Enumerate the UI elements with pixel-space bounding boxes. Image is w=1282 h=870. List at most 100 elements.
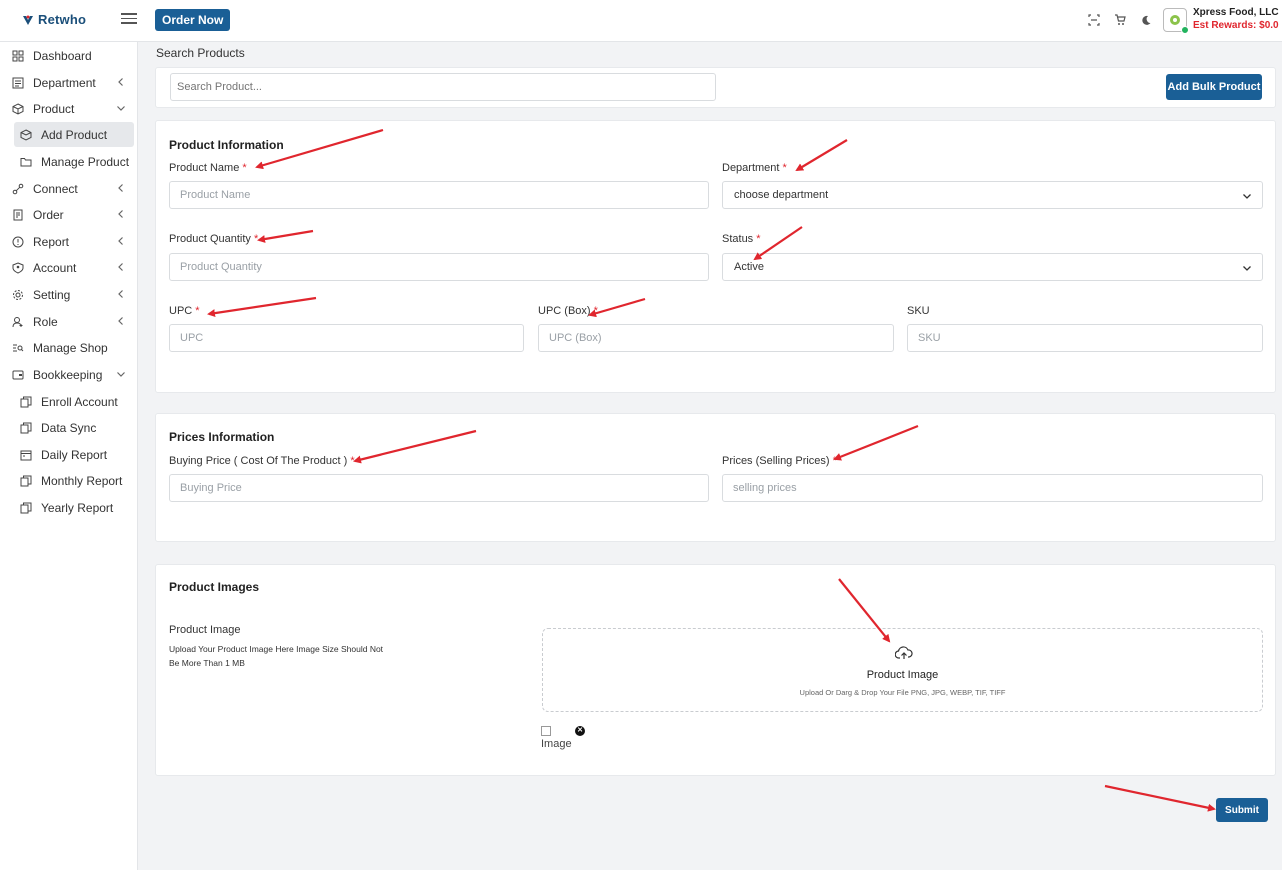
product-info-title: Product Information (169, 138, 284, 152)
chevron-left-icon (118, 317, 123, 325)
sidebar-item-label: Account (33, 260, 77, 275)
sidebar-item-label: Yearly Report (41, 500, 114, 515)
department-icon (11, 76, 25, 90)
sidebar-item-order[interactable]: Order (6, 202, 134, 227)
sidebar-item-daily-report[interactable]: Daily Report (14, 442, 134, 467)
sidebar-item-monthly-report[interactable]: Monthly Report (14, 468, 134, 493)
selling-price-input[interactable] (722, 474, 1263, 502)
image-preview-alt: Image (541, 738, 572, 750)
sidebar-item-label: Enroll Account (41, 394, 118, 409)
sidebar-item-data-sync[interactable]: Data Sync (14, 415, 134, 440)
sidebar-item-enroll-account[interactable]: Enroll Account (14, 389, 134, 414)
sku-input[interactable] (907, 324, 1263, 352)
sidebar-item-label: Order (33, 207, 64, 222)
department-select-value: choose department (734, 189, 829, 201)
sidebar-item-yearly-report[interactable]: Yearly Report (14, 495, 134, 520)
image-upload-dropzone[interactable]: Product Image Upload Or Darg & Drop Your… (542, 628, 1263, 712)
upc-box-input[interactable] (538, 324, 894, 352)
order-icon (11, 208, 25, 222)
cart-icon[interactable] (1113, 13, 1127, 27)
annotation-arrow (1104, 784, 1216, 812)
copy-icon (19, 474, 33, 488)
brand-name: Retwho (38, 12, 87, 27)
chevron-left-icon (118, 184, 123, 192)
prices-title: Prices Information (169, 430, 275, 444)
department-label: Department * (722, 162, 787, 174)
sidebar-item-label: Daily Report (41, 447, 108, 462)
sidebar-item-bookkeeping[interactable]: Bookkeeping (6, 362, 134, 387)
chevron-left-icon (118, 237, 123, 245)
report-icon (11, 235, 25, 249)
sidebar-item-add-product[interactable]: Add Product (14, 122, 134, 147)
upload-subtitle: Upload Or Darg & Drop Your File PNG, JPG… (799, 688, 1006, 697)
scan-icon[interactable] (1087, 13, 1101, 27)
search-input[interactable] (170, 73, 716, 101)
sidebar-item-product[interactable]: Product (6, 96, 134, 121)
sidebar-item-label: Manage Shop (33, 340, 108, 355)
sidebar-item-label: Setting (33, 287, 71, 302)
top-bar: Retwho Order Now Xpress Food, LLC Est Re… (0, 0, 1282, 42)
sidebar-item-dashboard[interactable]: Dashboard (6, 43, 134, 68)
buying-price-input[interactable] (169, 474, 709, 502)
online-status-dot (1181, 26, 1189, 34)
chevron-left-icon (118, 263, 123, 271)
department-select[interactable]: choose department (722, 181, 1263, 209)
sku-label: SKU (907, 305, 930, 317)
moon-icon[interactable] (1139, 13, 1153, 27)
chevron-left-icon (118, 210, 123, 218)
product-name-input[interactable] (169, 181, 709, 209)
sidebar-item-manage-shop[interactable]: Manage Shop (6, 335, 134, 360)
account-icon (11, 261, 25, 275)
sidebar-item-label: Role (33, 314, 58, 329)
chevron-down-icon (1243, 266, 1251, 271)
sidebar-item-label: Dashboard (33, 48, 92, 63)
avatar[interactable] (1163, 8, 1189, 34)
submit-button[interactable]: Submit (1216, 798, 1268, 822)
copy-icon (19, 501, 33, 515)
status-select-value: Active (734, 261, 764, 273)
user-info[interactable]: Xpress Food, LLC Est Rewards: $0.0 (1193, 7, 1282, 31)
sidebar-item-role[interactable]: Role (6, 309, 134, 334)
upc-box-label: UPC (Box) * (538, 305, 598, 317)
sidebar-item-label: Manage Product (41, 154, 130, 169)
chevron-down-icon (117, 372, 125, 377)
sidebar-item-label: Product (33, 101, 75, 116)
buying-price-label: Buying Price ( Cost Of The Product ) * (169, 455, 355, 467)
sidebar-item-manage-product[interactable]: Manage Product (14, 149, 134, 174)
sidebar-item-report[interactable]: Report (6, 229, 134, 254)
sync-icon (19, 421, 33, 435)
gear-icon (11, 288, 25, 302)
product-name-label: Product Name * (169, 162, 247, 174)
upload-title: Product Image (866, 669, 939, 681)
chevron-down-icon (117, 106, 125, 111)
role-icon (11, 315, 25, 329)
sidebar-item-setting[interactable]: Setting (6, 282, 134, 307)
images-title: Product Images (169, 580, 260, 594)
connect-icon (11, 182, 25, 196)
sidebar-item-label: Monthly Report (41, 473, 123, 488)
sidebar-item-label: Report (33, 234, 70, 249)
upc-input[interactable] (169, 324, 524, 352)
sidebar-item-department[interactable]: Department (6, 70, 134, 95)
sidebar-item-label: Connect (33, 181, 78, 196)
grid-icon (11, 49, 25, 63)
add-box-icon (19, 128, 33, 142)
product-quantity-label: Product Quantity * (169, 233, 259, 245)
search-section-title: Search Products (156, 46, 245, 60)
cloud-upload-icon (895, 646, 913, 659)
sidebar-item-account[interactable]: Account (6, 255, 134, 280)
remove-image-icon[interactable]: ✕ (575, 726, 585, 736)
order-now-button[interactable]: Order Now (155, 9, 231, 31)
menu-toggle-icon[interactable] (121, 13, 137, 27)
product-quantity-input[interactable] (169, 253, 709, 281)
brand-logo[interactable]: Retwho (22, 12, 86, 27)
status-label: Status * (722, 233, 761, 245)
image-help-line-1: Upload Your Product Image Here Image Siz… (169, 644, 384, 654)
copy-icon (19, 395, 33, 409)
sidebar-item-label: Department (33, 75, 96, 90)
status-select[interactable]: Active (722, 253, 1263, 281)
box-icon (11, 102, 25, 116)
chevron-left-icon (118, 78, 123, 86)
add-bulk-product-button[interactable]: Add Bulk Product (1166, 74, 1262, 100)
sidebar-item-connect[interactable]: Connect (6, 176, 134, 201)
